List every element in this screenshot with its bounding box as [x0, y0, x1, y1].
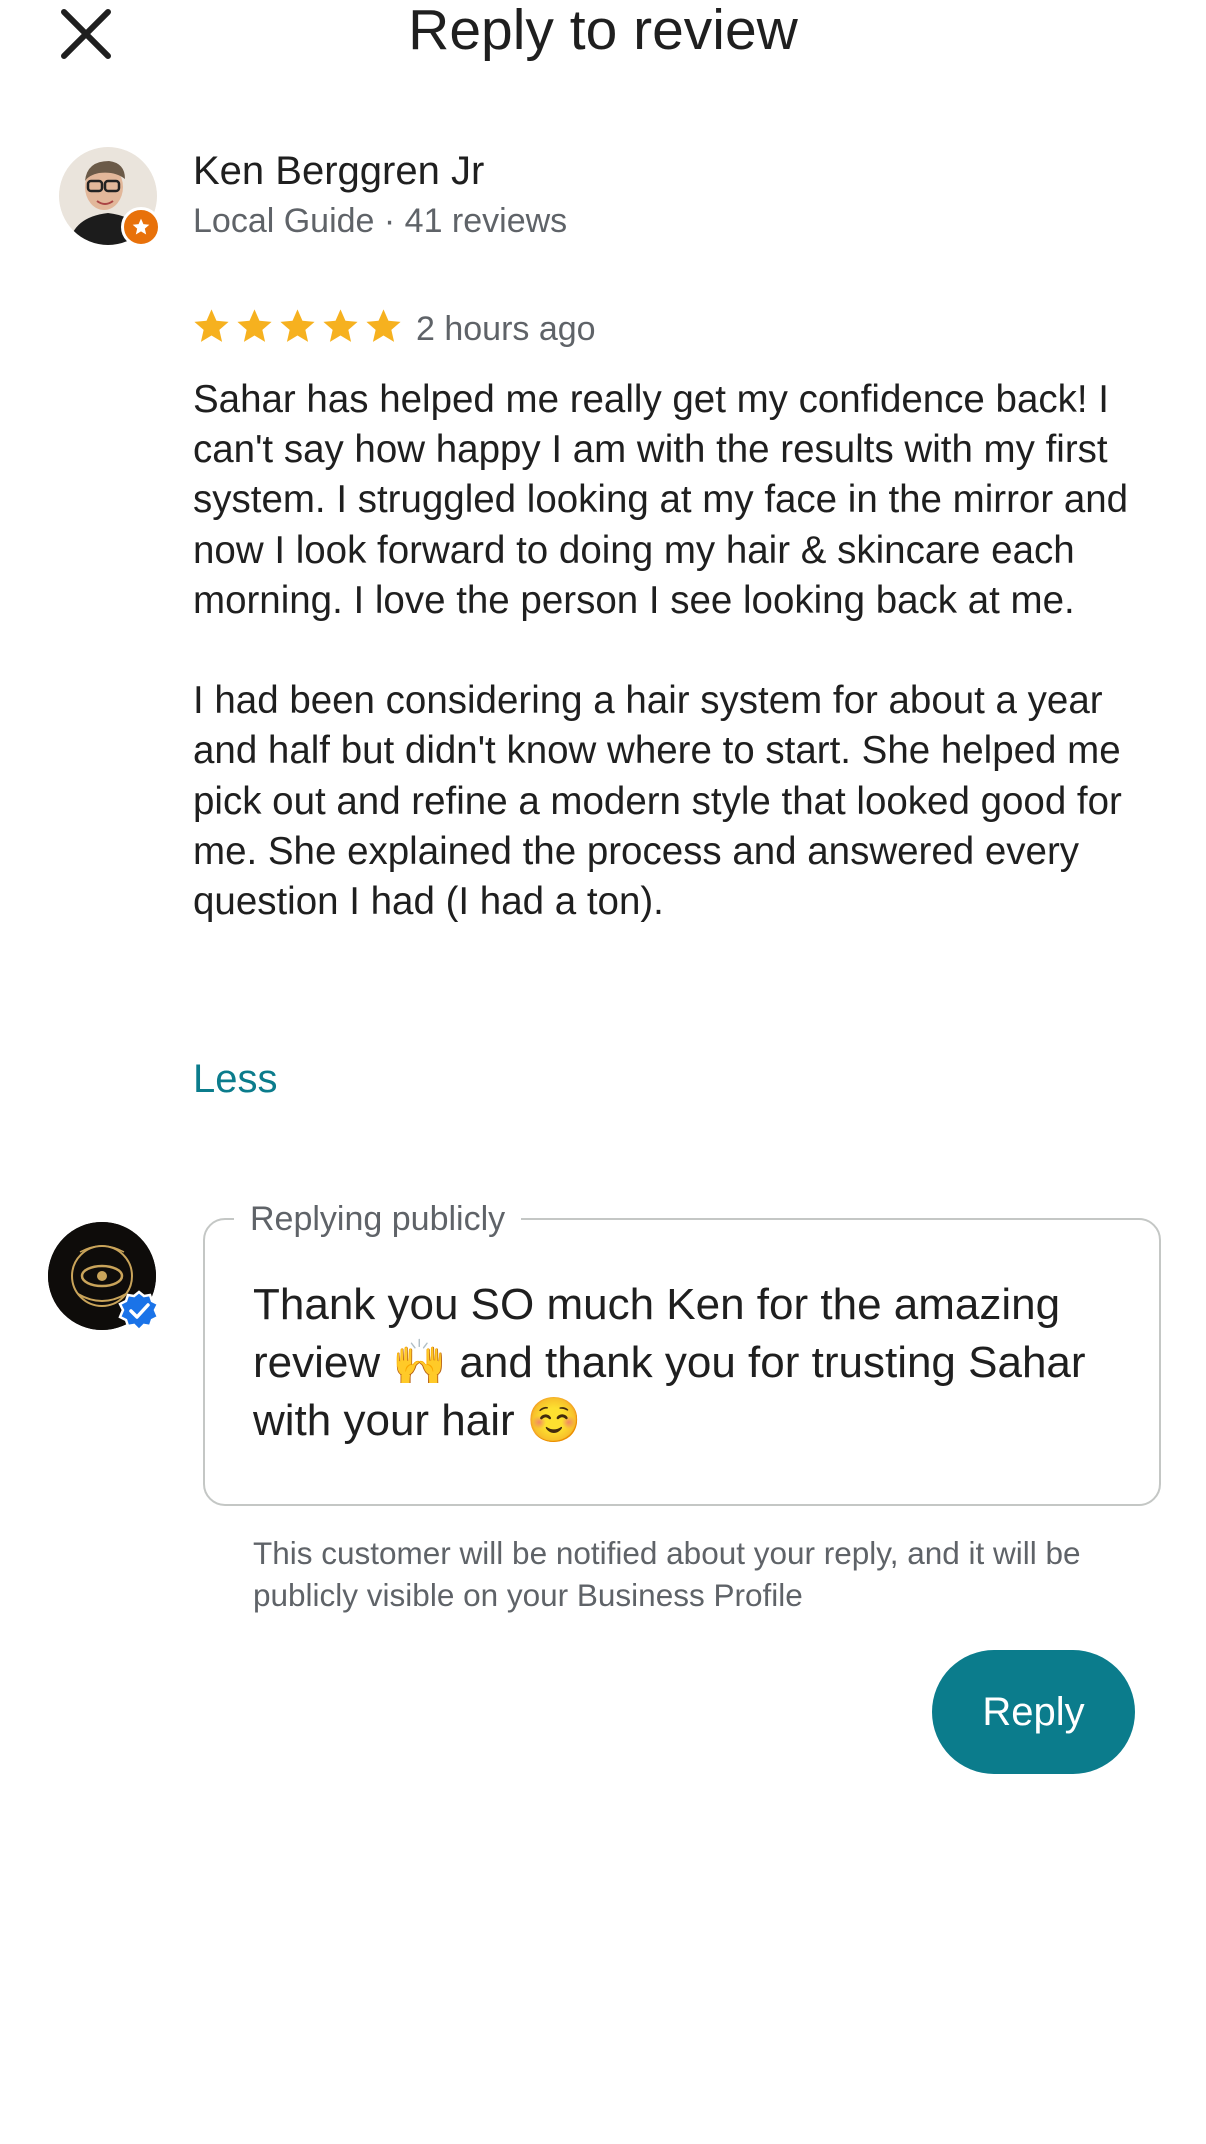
review-time: 2 hours ago	[416, 310, 596, 348]
star-icon	[323, 309, 358, 342]
reply-helper-text: This customer will be notified about you…	[253, 1535, 1081, 1613]
reviewer-name: Ken Berggren Jr	[193, 149, 485, 193]
reviewer-avatar	[59, 147, 161, 247]
reply-input-value[interactable]: Thank you SO much Ken for the amazing re…	[253, 1276, 1133, 1450]
less-link[interactable]: Less	[193, 1054, 278, 1104]
reply-button[interactable]: Reply	[932, 1650, 1135, 1774]
reply-input-label: Replying publicly	[234, 1198, 522, 1240]
review-text: Sahar has helped me really get my confid…	[193, 378, 1129, 924]
page-title: Reply to review	[408, 0, 798, 62]
business-avatar	[48, 1222, 160, 1332]
star-icon	[194, 309, 229, 342]
star-icon	[237, 309, 272, 342]
star-icon	[366, 309, 401, 342]
local-guide-star-icon	[121, 207, 161, 247]
reviewer-meta: Local Guide · 41 reviews	[193, 202, 568, 240]
verified-badge-icon	[118, 1290, 160, 1332]
star-icon	[280, 309, 315, 342]
rating-stars	[191, 306, 404, 347]
